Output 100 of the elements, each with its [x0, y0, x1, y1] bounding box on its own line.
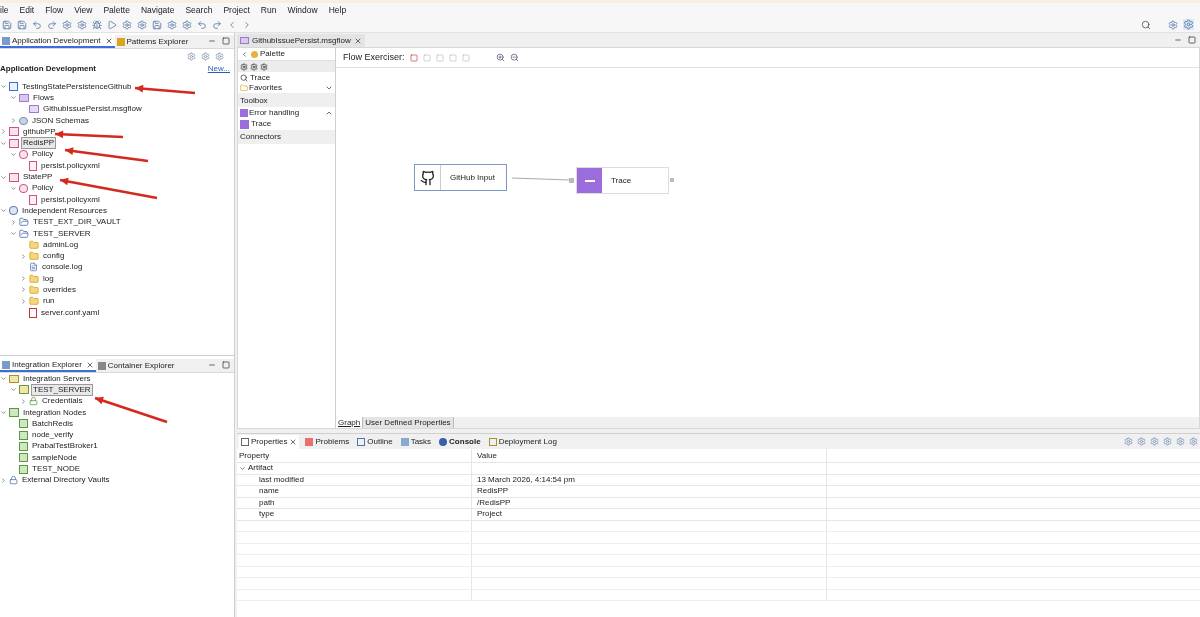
tree-item[interactable]: Policy: [30, 182, 56, 195]
tree-item[interactable]: Integration Servers: [21, 372, 93, 385]
maximize-icon[interactable]: [222, 361, 230, 369]
view-tab[interactable]: Tasks: [398, 434, 434, 449]
view-tab[interactable]: Problems: [303, 434, 352, 449]
editor-page-tab[interactable]: User Defined Properties: [363, 417, 454, 428]
view-toolbar-icon[interactable]: [201, 51, 210, 61]
expand-toggle-icon[interactable]: [0, 83, 7, 91]
tree-item[interactable]: BatchRedis: [30, 417, 75, 430]
tree-item[interactable]: console.log: [40, 261, 85, 274]
tree-item[interactable]: TEST_NODE: [30, 463, 82, 476]
expand-toggle-icon[interactable]: [0, 207, 7, 215]
tree-item[interactable]: persist.policyxml: [39, 159, 102, 172]
view-toolbar-icon[interactable]: [1137, 437, 1146, 446]
tree-item[interactable]: node_verify: [30, 429, 76, 442]
tree-item[interactable]: run: [41, 295, 57, 308]
tree-item[interactable]: Credentials: [40, 395, 85, 408]
editor-tab[interactable]: GithubIssuePersist.msgflow: [237, 34, 365, 47]
menu-item[interactable]: Window: [287, 3, 318, 17]
tree-item[interactable]: RedisPP: [21, 137, 57, 150]
view-tab[interactable]: Console: [437, 434, 483, 449]
tree-item[interactable]: Policy: [30, 148, 56, 161]
expand-toggle-icon[interactable]: [10, 184, 17, 192]
expand-toggle-icon[interactable]: [20, 252, 27, 260]
menu-item[interactable]: ile: [0, 3, 9, 17]
expand-toggle-icon[interactable]: [10, 117, 17, 125]
tree-item[interactable]: sampleNode: [30, 451, 79, 464]
favorites-drawer[interactable]: Favorites: [238, 83, 335, 94]
view-toolbar-icon[interactable]: [1176, 437, 1185, 446]
new-link[interactable]: New...: [207, 63, 230, 75]
toolbar-icon[interactable]: [32, 19, 42, 30]
view-tab[interactable]: Outline: [355, 434, 395, 449]
expand-toggle-icon[interactable]: [10, 218, 17, 226]
view-toolbar-icon[interactable]: [1150, 437, 1159, 446]
expand-toggle-icon[interactable]: [10, 94, 17, 102]
view-toolbar-icon[interactable]: [1163, 437, 1172, 446]
toolbar-icon[interactable]: [197, 19, 207, 30]
tree-item[interactable]: log: [41, 272, 56, 285]
tree-item[interactable]: Integration Nodes: [21, 406, 89, 419]
collapse-icon[interactable]: [241, 50, 248, 58]
expand-toggle-icon[interactable]: [10, 386, 17, 394]
tree-item[interactable]: server.conf.yaml: [39, 306, 102, 319]
view-tab[interactable]: Deployment Log: [486, 434, 559, 449]
tree-item[interactable]: adminLog: [41, 238, 81, 251]
maximize-icon[interactable]: [222, 37, 230, 45]
expand-toggle-icon[interactable]: [0, 139, 7, 147]
view-tab[interactable]: Container Explorer: [95, 359, 177, 372]
toolbar-icon[interactable]: [182, 19, 192, 30]
expand-toggle-icon[interactable]: [0, 476, 7, 484]
tree-item[interactable]: TEST_SERVER: [31, 227, 93, 240]
maximize-icon[interactable]: [1188, 36, 1196, 44]
view-tab[interactable]: Integration Explorer: [0, 359, 96, 372]
tree-item[interactable]: TEST_EXT_DIR_VAULT: [31, 216, 123, 229]
menu-item[interactable]: Search: [185, 3, 213, 17]
close-icon[interactable]: [289, 437, 298, 446]
close-icon[interactable]: [85, 360, 94, 369]
menu-item[interactable]: Help: [328, 3, 347, 17]
toolbar-icon[interactable]: [17, 19, 27, 30]
expand-toggle-icon[interactable]: [0, 409, 7, 417]
tree-item[interactable]: JSON Schemas: [30, 114, 91, 127]
view-toolbar-icon[interactable]: [1124, 437, 1133, 446]
menu-item[interactable]: Run: [260, 3, 277, 17]
tree-item[interactable]: overrides: [41, 284, 78, 296]
expand-toggle-icon[interactable]: [20, 297, 27, 305]
toolbar-icon[interactable]: [167, 19, 177, 30]
flow-node[interactable]: GitHub Input: [414, 164, 507, 191]
editor-page-tab[interactable]: Graph: [336, 417, 364, 428]
toolbar-icon[interactable]: [137, 19, 147, 30]
toolbar-icon[interactable]: [227, 19, 237, 30]
expand-toggle-icon[interactable]: [20, 286, 27, 294]
expand-toggle-icon[interactable]: [20, 275, 27, 283]
menu-item[interactable]: Palette: [103, 3, 130, 17]
menu-item[interactable]: Navigate: [140, 3, 175, 17]
view-tab[interactable]: Properties: [239, 434, 300, 449]
menu-item[interactable]: View: [74, 3, 93, 17]
zoom-out-icon[interactable]: [509, 53, 519, 62]
tree-item[interactable]: Flows: [31, 91, 56, 104]
tree-item[interactable]: persist.policyxml: [39, 193, 102, 206]
palette-section[interactable]: Connectors: [238, 130, 335, 144]
zoom-in-icon[interactable]: [495, 53, 505, 62]
tree-item[interactable]: Independent Resources: [20, 204, 109, 217]
close-icon[interactable]: [104, 36, 113, 45]
minimize-icon[interactable]: [208, 361, 216, 369]
toolbar-icon[interactable]: [242, 19, 252, 30]
toolbar-icon[interactable]: [152, 19, 162, 30]
tree-item[interactable]: External Directory Vaults: [20, 474, 112, 487]
toolbar-icon[interactable]: [77, 19, 87, 30]
view-toolbar-icon[interactable]: [215, 51, 224, 61]
expand-toggle-icon[interactable]: [0, 128, 7, 136]
minimize-icon[interactable]: [1174, 36, 1182, 44]
view-tab[interactable]: Patterns Explorer: [114, 35, 191, 48]
palette-section[interactable]: Toolbox: [238, 94, 335, 107]
close-icon[interactable]: [353, 36, 362, 45]
tree-item[interactable]: PrabalTestBroker1: [30, 440, 100, 453]
menu-item[interactable]: Project: [223, 3, 250, 17]
toolbar-icon[interactable]: [212, 19, 222, 30]
expand-toggle-icon[interactable]: [20, 397, 27, 405]
menu-item[interactable]: Flow: [45, 3, 64, 17]
view-tab[interactable]: Application Development: [0, 35, 115, 48]
toolbar-icon[interactable]: [92, 19, 102, 30]
